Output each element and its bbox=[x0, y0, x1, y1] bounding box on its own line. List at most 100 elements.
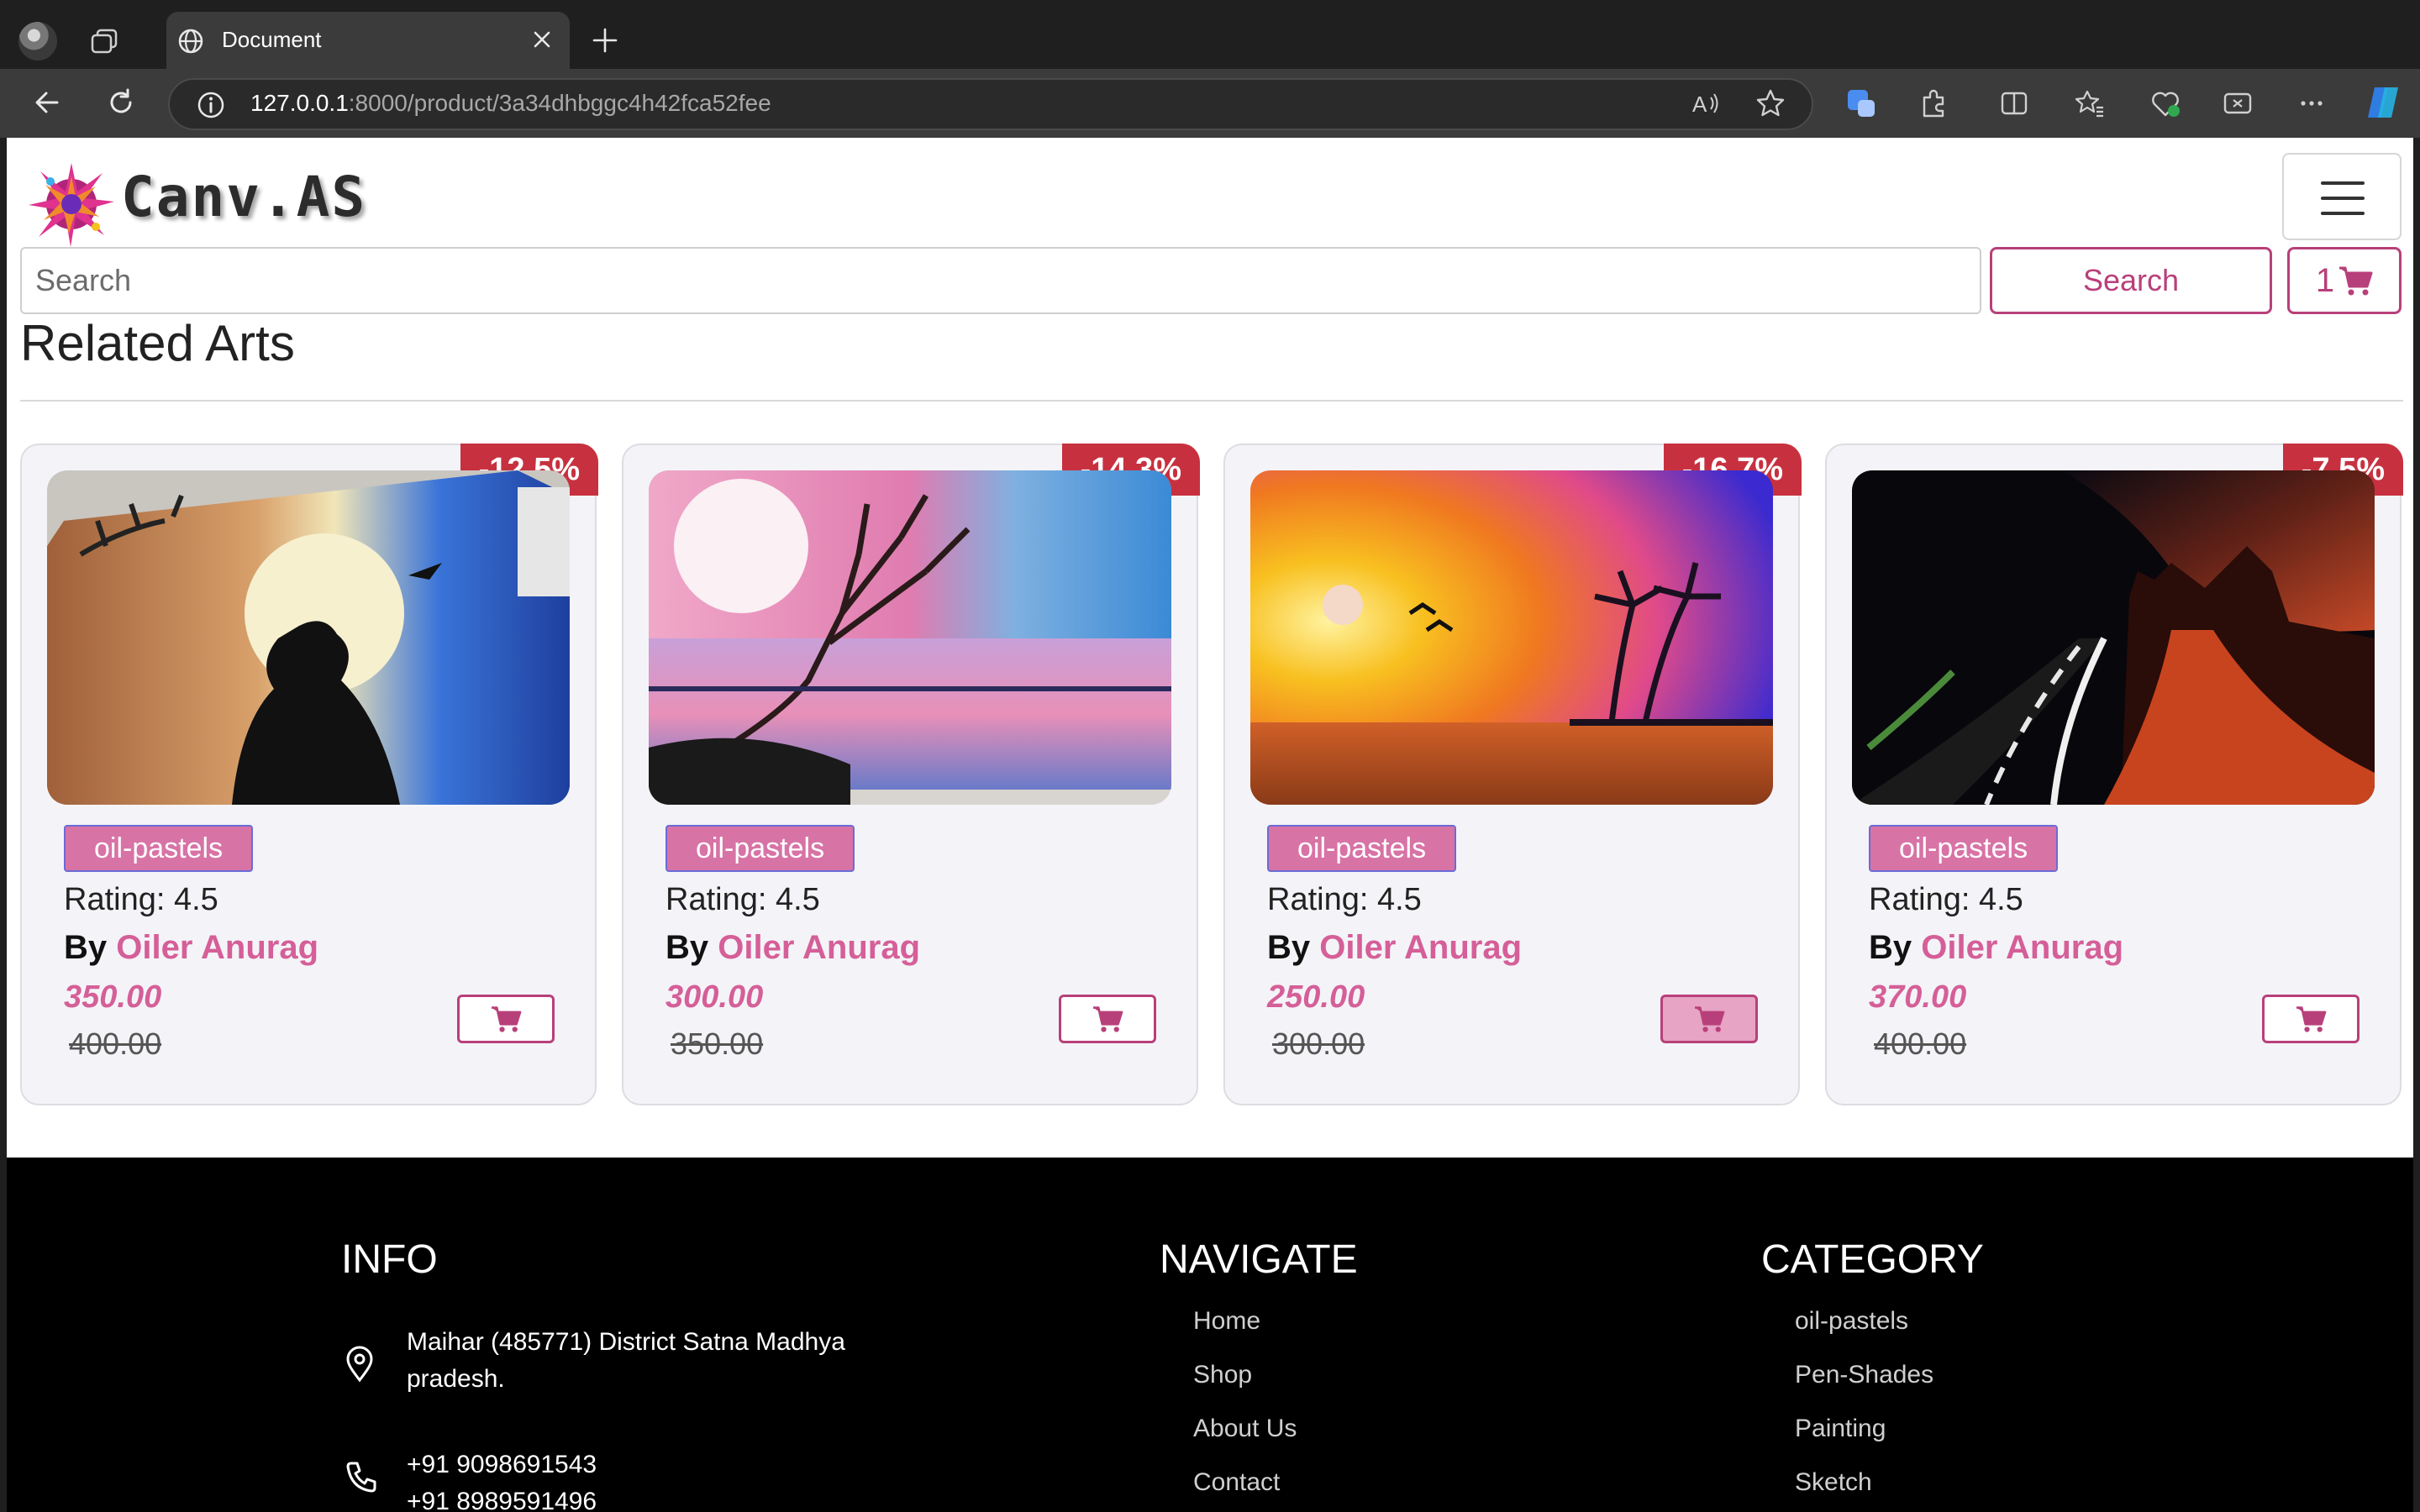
tab-title: Document bbox=[222, 27, 322, 52]
artist-byline: By Oiler Anurag bbox=[666, 929, 920, 967]
artist-byline: By Oiler Anurag bbox=[1267, 929, 1522, 967]
footer-info-heading: INFO bbox=[341, 1237, 438, 1282]
add-to-cart-button[interactable] bbox=[1660, 995, 1758, 1043]
search-input[interactable] bbox=[20, 247, 1981, 314]
phone-number[interactable]: +91 9098691543 bbox=[407, 1446, 597, 1483]
url-host: 127.0.0.1 bbox=[250, 90, 349, 116]
artist-byline: By Oiler Anurag bbox=[64, 929, 318, 967]
add-to-cart-button[interactable] bbox=[1059, 995, 1156, 1043]
product-card[interactable]: -12.5% oil-pastels Rating: 4.5 By Oiler … bbox=[20, 444, 598, 1105]
close-icon[interactable] bbox=[529, 27, 555, 52]
cart-icon bbox=[2339, 266, 2373, 296]
artist-link[interactable]: Oiler Anurag bbox=[718, 929, 920, 966]
add-to-cart-button[interactable] bbox=[2262, 995, 2360, 1043]
product-card[interactable]: -7.5% oil-pastels Rating: 4.5 By Oiler A… bbox=[1825, 444, 2403, 1105]
footer-category-painting[interactable]: Painting bbox=[1795, 1415, 1886, 1443]
section-title: Related Arts bbox=[20, 315, 295, 371]
cart-icon bbox=[1695, 1006, 1725, 1032]
by-label: By bbox=[1869, 929, 1912, 966]
artist-link[interactable]: Oiler Anurag bbox=[116, 929, 318, 966]
cart-button[interactable]: 1 bbox=[2287, 247, 2402, 314]
category-tag[interactable]: oil-pastels bbox=[666, 825, 855, 872]
footer-category-sketch[interactable]: Sketch bbox=[1795, 1468, 1872, 1497]
menu-toggle-button[interactable] bbox=[2282, 153, 2402, 240]
logo-text[interactable]: Canv.AS bbox=[121, 165, 366, 229]
product-card[interactable]: -16.7% oil-pastels Rating: 4.5 By Oiler … bbox=[1223, 444, 1802, 1105]
hamburger-line bbox=[2321, 181, 2365, 185]
footer-link-home[interactable]: Home bbox=[1193, 1307, 1260, 1336]
original-price: 400.00 bbox=[1874, 1026, 1967, 1061]
phone-number[interactable]: +91 8989591496 bbox=[407, 1483, 597, 1512]
footer-link-contact[interactable]: Contact bbox=[1193, 1468, 1280, 1497]
footer-category-pen-shades[interactable]: Pen-Shades bbox=[1795, 1361, 1933, 1389]
location-pin-icon bbox=[346, 1346, 373, 1383]
rating-text: Rating: 4.5 bbox=[666, 882, 820, 917]
footer-navigate-heading: NAVIGATE bbox=[1160, 1237, 1358, 1282]
artist-byline: By Oiler Anurag bbox=[1869, 929, 2123, 967]
extensions-puzzle-icon[interactable] bbox=[1918, 87, 1949, 119]
sale-price: 350.00 bbox=[64, 979, 162, 1015]
hamburger-line bbox=[2321, 197, 2365, 200]
split-screen-icon[interactable] bbox=[1998, 87, 2030, 119]
site-info-icon[interactable] bbox=[195, 89, 227, 121]
back-arrow-icon[interactable] bbox=[30, 86, 64, 119]
cart-icon bbox=[2296, 1006, 2327, 1032]
category-tag[interactable]: oil-pastels bbox=[64, 825, 254, 872]
sale-price: 250.00 bbox=[1267, 979, 1365, 1015]
sale-price: 370.00 bbox=[1869, 979, 1967, 1015]
copilot-icon[interactable] bbox=[2363, 82, 2403, 123]
original-price: 400.00 bbox=[69, 1026, 162, 1061]
by-label: By bbox=[666, 929, 709, 966]
footer-link-shop[interactable]: Shop bbox=[1193, 1361, 1252, 1389]
artist-link[interactable]: Oiler Anurag bbox=[1319, 929, 1522, 966]
sale-price: 300.00 bbox=[666, 979, 764, 1015]
hamburger-line bbox=[2321, 212, 2365, 215]
section-divider bbox=[20, 400, 2403, 402]
favorites-icon[interactable] bbox=[2074, 87, 2106, 119]
tab-actions-icon[interactable] bbox=[89, 27, 119, 55]
favorite-star-icon[interactable] bbox=[1754, 87, 1786, 119]
read-aloud-icon[interactable]: A bbox=[1689, 87, 1721, 119]
page-viewport: Canv.AS Search 1 Related Arts -12.5% bbox=[7, 138, 2413, 1512]
footer-phones: +91 9098691543 +91 8989591496 bbox=[407, 1446, 597, 1512]
product-image[interactable] bbox=[47, 470, 570, 805]
original-price: 350.00 bbox=[671, 1026, 764, 1061]
cart-icon bbox=[1093, 1006, 1123, 1032]
profile-avatar[interactable] bbox=[18, 22, 57, 60]
refresh-icon[interactable] bbox=[104, 86, 138, 119]
browser-essentials-icon[interactable] bbox=[2149, 87, 2181, 119]
product-card[interactable]: -14.3% oil-pastels Rating: 4.5 By Oiler … bbox=[622, 444, 1200, 1105]
product-image[interactable] bbox=[1250, 470, 1773, 805]
new-tab-icon[interactable] bbox=[590, 25, 620, 55]
category-tag[interactable]: oil-pastels bbox=[1267, 825, 1457, 872]
footer-category-oil-pastels[interactable]: oil-pastels bbox=[1795, 1307, 1908, 1336]
globe-icon bbox=[178, 29, 203, 54]
screenshot-icon[interactable] bbox=[2222, 87, 2254, 119]
footer-address: Maihar (485771) District Satna Madhya pr… bbox=[407, 1324, 845, 1398]
by-label: By bbox=[64, 929, 108, 966]
category-tag[interactable]: oil-pastels bbox=[1869, 825, 2059, 872]
footer-category-heading: CATEGORY bbox=[1761, 1237, 1984, 1282]
svg-text:A: A bbox=[1692, 92, 1707, 117]
logo-splash-icon[interactable] bbox=[25, 158, 118, 250]
rating-text: Rating: 4.5 bbox=[1267, 882, 1422, 917]
cart-icon bbox=[492, 1006, 522, 1032]
address-line: pradesh. bbox=[407, 1365, 505, 1393]
add-to-cart-button[interactable] bbox=[457, 995, 555, 1043]
url-path: :8000/product/3a34dhbggc4h42fca52fee bbox=[348, 90, 771, 116]
cart-count: 1 bbox=[2315, 261, 2335, 299]
address-line: Maihar (485771) District Satna Madhya bbox=[407, 1328, 845, 1356]
product-image[interactable] bbox=[649, 470, 1171, 805]
artist-link[interactable]: Oiler Anurag bbox=[1921, 929, 2123, 966]
original-price: 300.00 bbox=[1272, 1026, 1365, 1061]
extension-app-icon[interactable] bbox=[1845, 87, 1877, 119]
phone-icon bbox=[346, 1462, 376, 1493]
footer-link-about-us[interactable]: About Us bbox=[1193, 1415, 1297, 1443]
more-options-icon[interactable] bbox=[2296, 87, 2328, 119]
rating-text: Rating: 4.5 bbox=[1869, 882, 2023, 917]
rating-text: Rating: 4.5 bbox=[64, 882, 218, 917]
product-image[interactable] bbox=[1852, 470, 2375, 805]
by-label: By bbox=[1267, 929, 1311, 966]
address-url[interactable]: 127.0.0.1:8000/product/3a34dhbggc4h42fca… bbox=[250, 90, 771, 117]
search-button[interactable]: Search bbox=[1990, 247, 2272, 314]
